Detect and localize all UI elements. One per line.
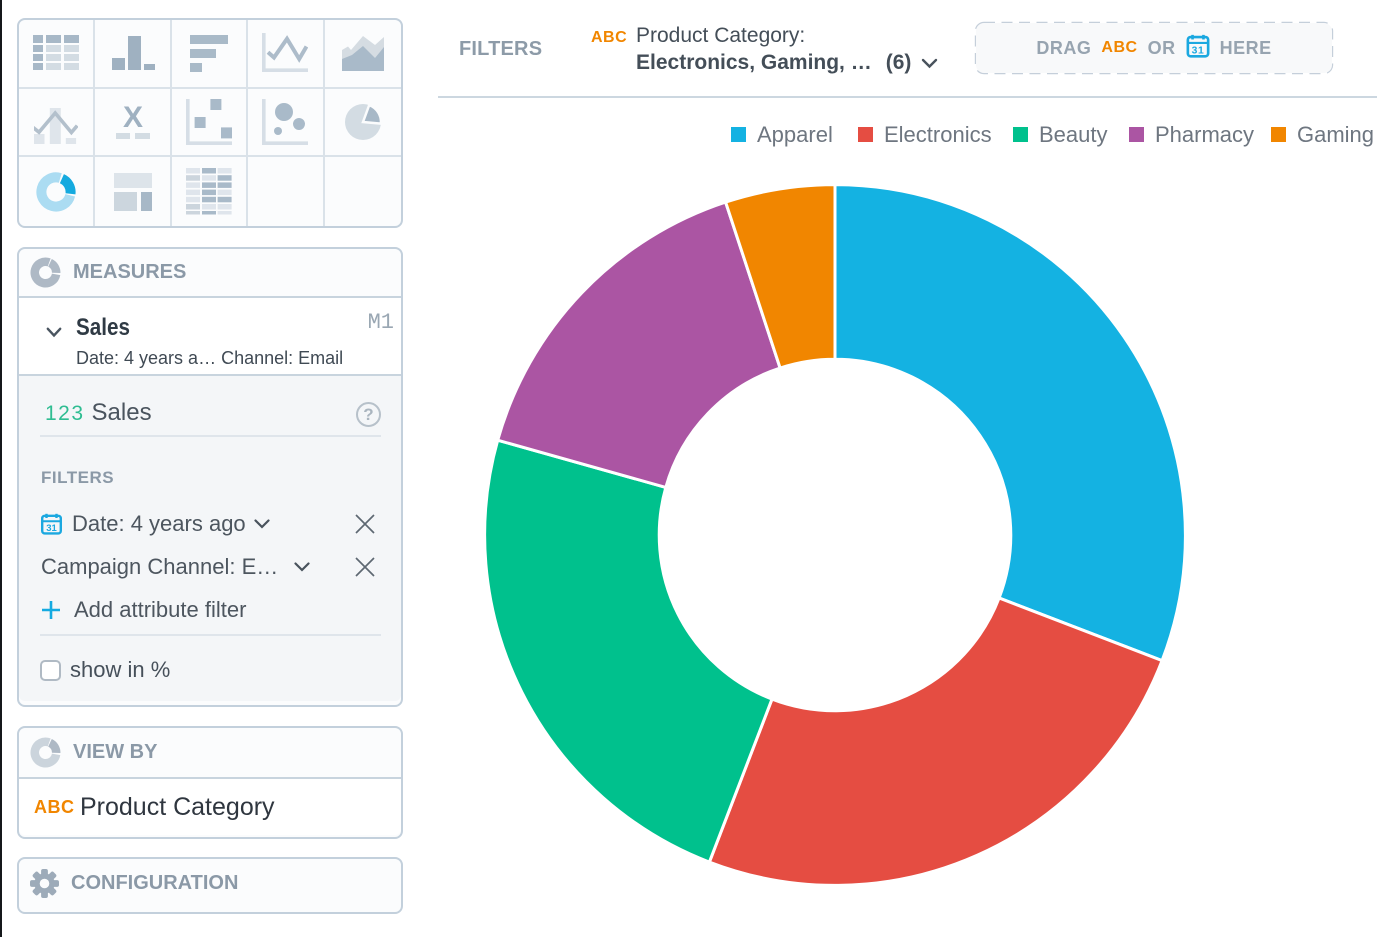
svg-text:31: 31: [46, 523, 57, 534]
svg-text:X: X: [123, 103, 143, 134]
svg-text:31: 31: [1191, 45, 1204, 56]
